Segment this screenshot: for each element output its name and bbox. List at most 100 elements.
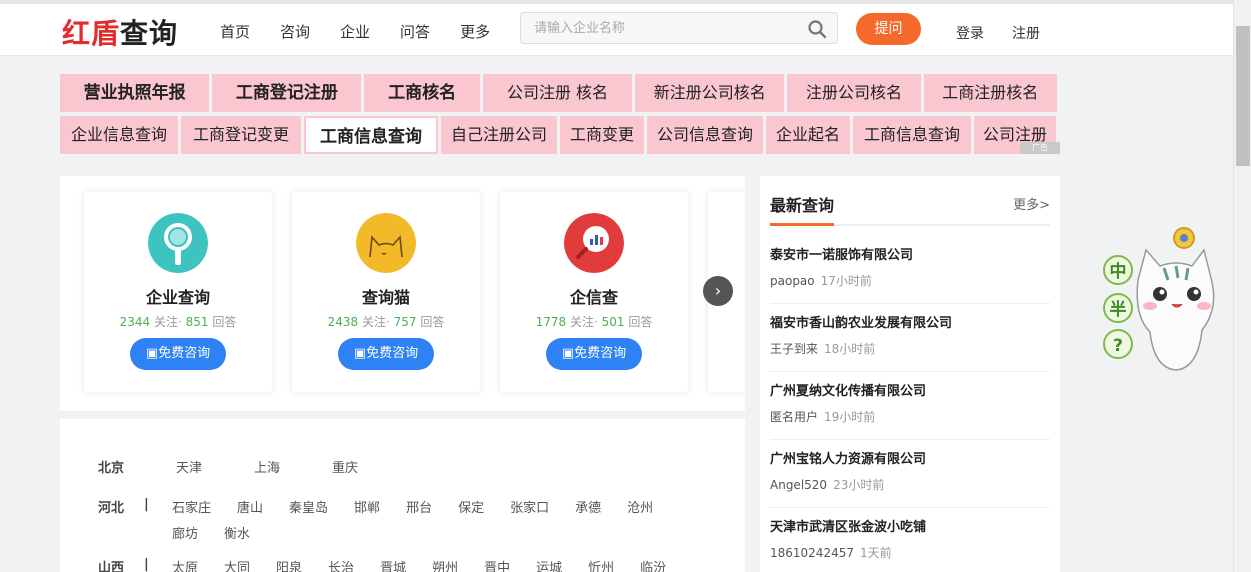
card-stats: 1778 关注· 501 回答 [535, 315, 653, 329]
nav-enterprise[interactable]: 企业 [340, 21, 370, 42]
card-stats: 2344 关注· 851 回答 [119, 315, 237, 329]
latest-item[interactable]: 广州宝铭人力资源有限公司 Angel520 23小时前 [770, 440, 1050, 508]
city-row-hebei: 河北 | 石家庄 唐山 秦皇岛 邯郸 邢台 保定 张家口 承德 沧州 [98, 497, 679, 516]
search-icon[interactable] [807, 19, 827, 39]
login-link[interactable]: 登录 [956, 23, 984, 43]
nav-consult[interactable]: 咨询 [280, 21, 310, 42]
tag-link[interactable]: 工商登记注册 [212, 74, 362, 112]
latest-more-link[interactable]: 更多> [1013, 194, 1050, 213]
scrollbar-thumb[interactable] [1236, 26, 1250, 166]
city-link[interactable]: 朔州 [432, 557, 458, 572]
tag-link[interactable]: 工商核名 [364, 74, 480, 112]
city-link[interactable]: 邯郸 [354, 497, 380, 516]
latest-item[interactable]: 福安市香山韵农业发展有限公司 王子到来 18小时前 [770, 304, 1050, 372]
title-underline [770, 223, 834, 226]
tag-link[interactable]: 新注册公司核名 [635, 74, 785, 112]
city-link[interactable]: 阳泉 [276, 557, 302, 572]
query-meta: 匿名用户 19小时前 [770, 410, 876, 424]
city-link[interactable]: 临汾 [640, 557, 666, 572]
service-card[interactable]: 企业查询 2344 关注· 851 回答 ▣免费咨询 [84, 192, 272, 392]
latest-item[interactable]: 泰安市一诺服饰有限公司 paopao 17小时前 [770, 236, 1050, 304]
carousel-next-button[interactable]: › [703, 276, 733, 306]
magnifier-icon [148, 213, 208, 273]
query-meta: 18610242457 1天前 [770, 546, 892, 560]
page-scrollbar[interactable] [1233, 0, 1251, 572]
tag-link[interactable]: 工商信息查询 [853, 116, 971, 154]
register-link[interactable]: 注册 [1012, 23, 1040, 43]
ad-badge[interactable]: 广告 [1020, 142, 1060, 154]
tag-link[interactable]: 工商登记变更 [181, 116, 301, 154]
cat-mascot-icon[interactable]: 中 半 ? [1098, 220, 1218, 375]
company-name[interactable]: 广州宝铭人力资源有限公司 [770, 448, 926, 467]
city-link[interactable]: 上海 [254, 457, 280, 476]
city-link[interactable]: 运城 [536, 557, 562, 572]
city-link[interactable]: 沧州 [627, 497, 653, 516]
latest-title: 最新查询 [770, 196, 835, 215]
service-cards-panel: 企业查询 2344 关注· 851 回答 ▣免费咨询 查询猫 2438 关注· … [60, 176, 745, 411]
query-meta: 王子到来 18小时前 [770, 342, 876, 356]
tag-link[interactable]: 注册公司核名 [787, 74, 921, 112]
tag-ad-block: 营业执照年报 工商登记注册 工商核名 公司注册 核名 新注册公司核名 注册公司核名 工商注册… [60, 74, 1060, 154]
tag-link[interactable]: 企业起名 [766, 116, 850, 154]
tag-link[interactable]: 自己注册公司 [441, 116, 557, 154]
tag-link[interactable]: 工商信息查询 [304, 116, 438, 154]
company-name[interactable]: 天津市武清区张金波小吃铺 [770, 516, 926, 535]
nav-more[interactable]: 更多 [460, 21, 490, 42]
city-row-shanxi: 山西 | 太原 大同 阳泉 长治 晋城 朔州 晋中 运城 忻州 临汾 [98, 557, 692, 572]
tag-link[interactable]: 工商变更 [560, 116, 644, 154]
chat-icon: ▣ [145, 346, 159, 361]
search-box [520, 12, 838, 44]
city-link[interactable]: 秦皇岛 [289, 497, 328, 516]
card-stats: 2438 关注· 757 回答 [327, 315, 445, 329]
tag-link[interactable]: 工商注册核名 [923, 74, 1057, 112]
city-link[interactable]: 衡水 [224, 523, 250, 542]
company-name[interactable]: 福安市香山韵农业发展有限公司 [770, 312, 952, 331]
province-separator: | [144, 497, 149, 512]
latest-item[interactable]: 广州夏纳文化传播有限公司 匿名用户 19小时前 [770, 372, 1050, 440]
city-link[interactable]: 张家口 [510, 497, 549, 516]
city-link[interactable]: 唐山 [237, 497, 263, 516]
city-link[interactable]: 保定 [458, 497, 484, 516]
service-card[interactable]: 企信查 1778 关注· 501 回答 ▣免费咨询 [500, 192, 688, 392]
city-link[interactable]: 长治 [328, 557, 354, 572]
latest-queries-panel: 最新查询 更多> 泰安市一诺服饰有限公司 paopao 17小时前 福安市香山韵农… [760, 176, 1060, 572]
card-title: 查询猫 [361, 288, 410, 307]
city-link[interactable]: 晋中 [484, 557, 510, 572]
city-link[interactable]: 大同 [224, 557, 250, 572]
nav-qa[interactable]: 问答 [400, 21, 430, 42]
province-label: 山西 [98, 561, 125, 572]
city-link[interactable]: 重庆 [332, 457, 358, 476]
city-link[interactable]: 忻州 [588, 557, 614, 572]
city-link[interactable]: 北京 [98, 457, 124, 476]
province-separator: | [144, 557, 149, 572]
city-link[interactable]: 石家庄 [172, 497, 211, 516]
search-input[interactable] [521, 13, 791, 43]
city-link[interactable]: 承德 [575, 497, 601, 516]
ask-question-button[interactable]: 提问 [856, 13, 921, 45]
card-title: 企业查询 [145, 288, 210, 307]
nav-home[interactable]: 首页 [220, 21, 250, 42]
chat-icon: ▣ [561, 346, 575, 361]
tag-link[interactable]: 公司信息查询 [647, 116, 763, 154]
logo-red-text: 红盾 [62, 17, 121, 50]
free-consult-button[interactable]: ▣免费咨询 [546, 338, 642, 370]
free-consult-button[interactable]: ▣免费咨询 [338, 338, 434, 370]
svg-text:半: 半 [1110, 299, 1127, 320]
latest-header: 最新查询 更多> [770, 176, 1050, 226]
service-card[interactable]: 查询猫 2438 关注· 757 回答 ▣免费咨询 [292, 192, 480, 392]
free-consult-button[interactable]: ▣免费咨询 [130, 338, 226, 370]
city-link[interactable]: 天津 [176, 457, 202, 476]
city-link[interactable]: 邢台 [406, 497, 432, 516]
city-link[interactable]: 廊坊 [172, 523, 198, 542]
company-name[interactable]: 广州夏纳文化传播有限公司 [770, 380, 926, 399]
tag-link[interactable]: 营业执照年报 [60, 74, 210, 112]
company-name[interactable]: 泰安市一诺服饰有限公司 [770, 244, 913, 263]
logo-dark-text: 查询 [120, 17, 179, 50]
latest-item[interactable]: 天津市武清区张金波小吃铺 18610242457 1天前 [770, 508, 1050, 572]
city-link[interactable]: 晋城 [380, 557, 406, 572]
city-link[interactable]: 太原 [172, 557, 198, 572]
site-logo[interactable]: 红盾查询 [62, 12, 178, 52]
tag-link[interactable]: 企业信息查询 [60, 116, 178, 154]
cat-icon [356, 213, 416, 273]
tag-link[interactable]: 公司注册 核名 [482, 74, 633, 112]
